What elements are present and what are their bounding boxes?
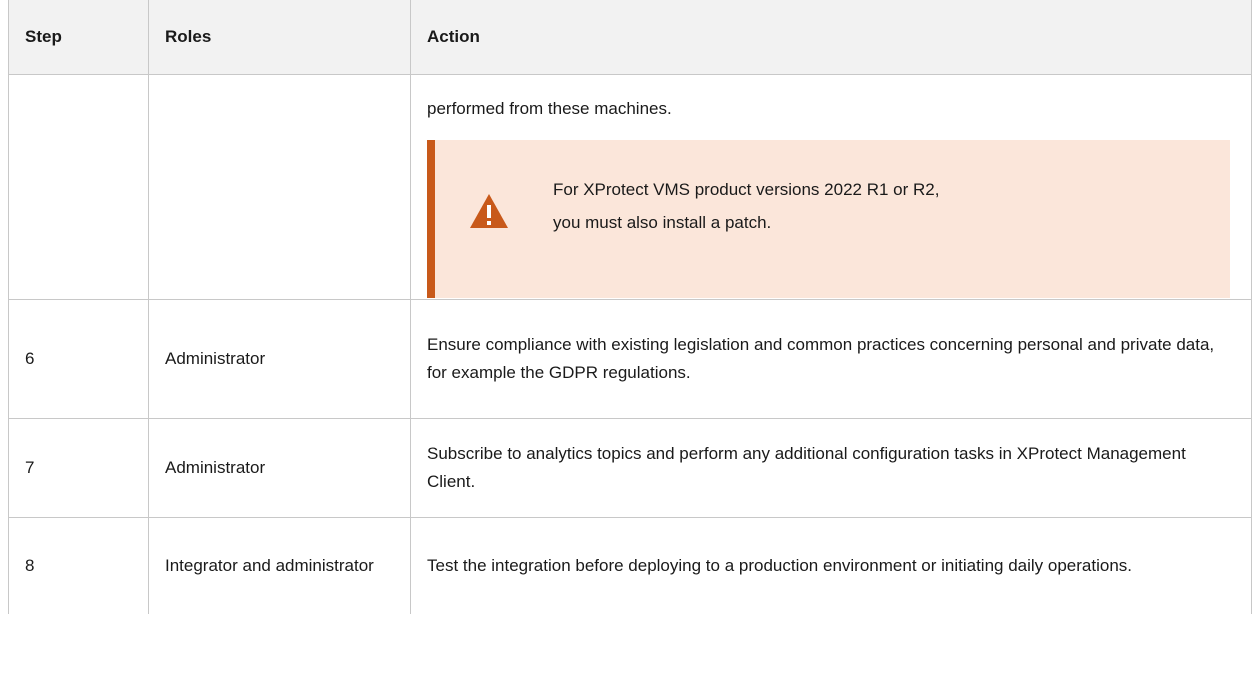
table-row: 6 Administrator Ensure compliance with e… (8, 299, 1252, 419)
header-roles: Roles (148, 0, 411, 75)
step-cell: 6 (8, 299, 149, 419)
table-row: 7 Administrator Subscribe to analytics t… (8, 418, 1252, 518)
warning-text: For XProtect VMS product versions 2022 R… (553, 173, 939, 239)
warning-triangle-icon (470, 194, 508, 228)
roles-cell: Integrator and administrator (148, 517, 411, 614)
roles-cell: Administrator (148, 299, 411, 419)
table-row: 8 Integrator and administrator Test the … (8, 517, 1252, 614)
step-cell: 7 (8, 418, 149, 518)
action-text: performed from these machines. (427, 99, 672, 118)
action-cell: Test the integration before deploying to… (410, 517, 1252, 614)
action-cell: Subscribe to analytics topics and perfor… (410, 418, 1252, 518)
table-row: performed from these machines. For XProt… (8, 74, 1252, 300)
header-step: Step (8, 0, 149, 75)
roles-cell: Administrator (148, 418, 411, 518)
warning-line-2: you must also install a patch. (553, 213, 772, 232)
table-header-row: Step Roles Action (8, 0, 1252, 75)
warning-callout: For XProtect VMS product versions 2022 R… (427, 140, 1230, 298)
action-cell: performed from these machines. For XProt… (410, 74, 1252, 300)
steps-table: Step Roles Action performed from these m… (8, 0, 1252, 614)
warning-line-1: For XProtect VMS product versions 2022 R… (553, 180, 940, 199)
step-cell: 8 (8, 517, 149, 614)
step-cell (8, 74, 149, 300)
action-cell: Ensure compliance with existing legislat… (410, 299, 1252, 419)
roles-cell (148, 74, 411, 300)
header-action: Action (410, 0, 1252, 75)
